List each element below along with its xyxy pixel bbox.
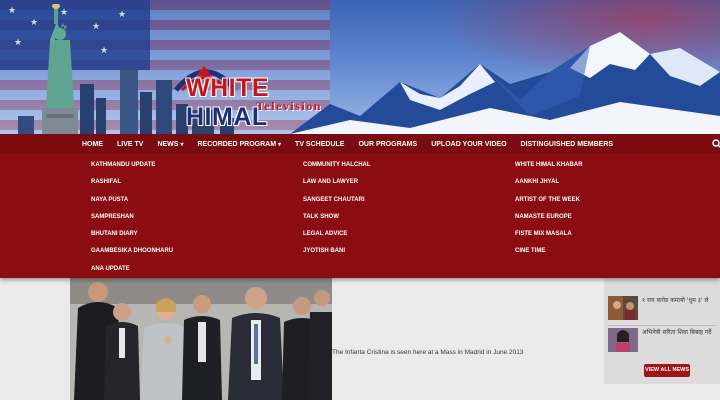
statue-of-liberty-image bbox=[42, 4, 78, 134]
search-icon[interactable] bbox=[712, 139, 720, 149]
menu-item-cine-time[interactable]: CINE TIME bbox=[515, 246, 583, 263]
menu-item-namaste-europe[interactable]: NAMASTE EUROPE bbox=[515, 212, 583, 229]
logo-subtitle: Television bbox=[256, 99, 322, 113]
nav-recorded-program[interactable]: RECORDED PROGRAM ▾ bbox=[197, 141, 281, 148]
main-navigation: HOME LIVE TV NEWS ▾ RECORDED PROGRAM ▾ TV … bbox=[0, 134, 720, 154]
menu-item-gaambesika-dhoonharu[interactable]: GAAMBESIKA DHOONHARU bbox=[91, 246, 173, 263]
news-item[interactable]: अभिनेत्री सरिता शिवा बिबाह गर्दै bbox=[608, 328, 720, 354]
news-title: अभिनेत्री सरिता शिवा बिबाह गर्दै bbox=[642, 329, 712, 336]
menu-item-community-halchal[interactable]: COMMUNITY HALCHAL bbox=[303, 160, 371, 177]
menu-item-white-himal-khabar[interactable]: WHITE HIMAL KHABAR bbox=[515, 160, 583, 177]
menu-item-talk-show[interactable]: TALK SHOW bbox=[303, 212, 371, 229]
chevron-down-icon: ▾ bbox=[180, 141, 184, 148]
recorded-program-dropdown: KATHMANDU UPDATE RASHIFAL NAYA PUSTA SAM… bbox=[0, 154, 720, 278]
menu-item-aankhi-jhyal[interactable]: AANKHI JHYAL bbox=[515, 177, 583, 194]
latest-news-sidebar: १ सय करोड कमायो 'धुम ३' ले अभिनेत्री सरि… bbox=[604, 278, 720, 384]
nav-our-programs[interactable]: OUR PROGRAMS bbox=[358, 141, 417, 148]
menu-item-artist-of-the-week[interactable]: ARTIST OF THE WEEK bbox=[515, 195, 583, 212]
photo-caption: The Infanta Cristina is seen here at a M… bbox=[332, 349, 524, 356]
menu-item-bhutani-diary[interactable]: BHUTANI DIARY bbox=[91, 229, 173, 246]
nav-tv-schedule[interactable]: TV SCHEDULE bbox=[295, 141, 344, 148]
menu-item-jyotish-bani[interactable]: JYOTISH BANI bbox=[303, 246, 371, 263]
menu-item-law-and-lawyer[interactable]: LAW AND LAWYER bbox=[303, 177, 371, 194]
menu-item-fiste-mix-masala[interactable]: FISTE MIX MASALA bbox=[515, 229, 583, 246]
nav-home[interactable]: HOME bbox=[82, 141, 103, 148]
white-himal-logo[interactable]: WHITE HIMAL Television bbox=[168, 60, 358, 131]
menu-item-rashifal[interactable]: RASHIFAL bbox=[91, 177, 173, 194]
dropdown-column-2: COMMUNITY HALCHAL LAW AND LAWYER SANGEET… bbox=[303, 160, 371, 264]
menu-item-naya-pusta[interactable]: NAYA PUSTA bbox=[91, 195, 173, 212]
nav-upload-your-video[interactable]: UPLOAD YOUR VIDEO bbox=[431, 141, 506, 148]
sidebar-divider bbox=[608, 325, 716, 326]
header-banner: ★ ★ ★ ★ ★ ★ ★ WHITE HIMAL Television bbox=[0, 0, 720, 134]
nav-distinguished-members[interactable]: DISTINGUISHED MEMBERS bbox=[521, 141, 614, 148]
news-item[interactable]: १ सय करोड कमायो 'धुम ३' ले bbox=[608, 296, 720, 322]
nav-live-tv[interactable]: LIVE TV bbox=[117, 141, 143, 148]
people-at-mass-image bbox=[70, 278, 332, 400]
view-all-news-button[interactable]: VIEW ALL NEWS bbox=[644, 364, 690, 377]
menu-item-sampreshan[interactable]: SAMPRESHAN bbox=[91, 212, 173, 229]
nav-news[interactable]: NEWS ▾ bbox=[157, 141, 183, 148]
menu-item-ana-update[interactable]: ANA UPDATE bbox=[91, 264, 173, 281]
dropdown-column-3: WHITE HIMAL KHABAR AANKHI JHYAL ARTIST O… bbox=[515, 160, 583, 264]
menu-item-legal-advice[interactable]: LEGAL ADVICE bbox=[303, 229, 371, 246]
news-title: १ सय करोड कमायो 'धुम ३' ले bbox=[642, 297, 709, 304]
chevron-down-icon: ▾ bbox=[278, 141, 282, 148]
news-thumbnail bbox=[608, 328, 638, 352]
menu-item-kathmandu-update[interactable]: KATHMANDU UPDATE bbox=[91, 160, 173, 177]
news-thumbnail bbox=[608, 296, 638, 320]
menu-item-sangeet-chautari[interactable]: SANGEET CHAUTARI bbox=[303, 195, 371, 212]
article-photo[interactable] bbox=[70, 278, 332, 400]
dropdown-column-1: KATHMANDU UPDATE RASHIFAL NAYA PUSTA SAM… bbox=[91, 160, 173, 281]
